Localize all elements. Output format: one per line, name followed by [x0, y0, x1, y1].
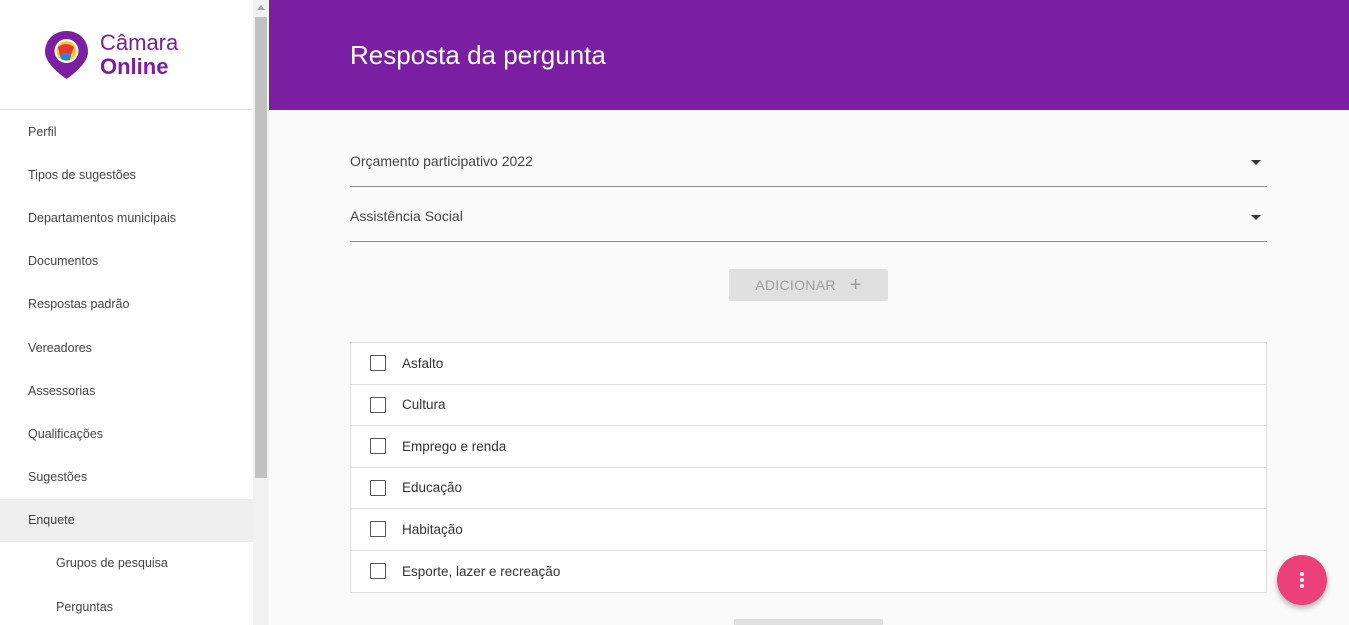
list-item[interactable]: Asfalto [351, 343, 1266, 385]
add-button[interactable]: ADICIONAR + [729, 269, 888, 301]
sidebar-item-departamentos-municipais[interactable]: Departamentos municipais [0, 196, 253, 239]
list-item[interactable]: Esporte, lazer e recreação [351, 551, 1266, 593]
checkbox[interactable] [370, 438, 386, 455]
sidebar-item-documentos[interactable]: Documentos [0, 240, 253, 283]
sidebar-subitem-perguntas[interactable]: Perguntas [0, 585, 253, 625]
dropdown-arrow-icon [1251, 215, 1261, 220]
scrollbar-thumb[interactable] [255, 17, 267, 478]
logo-pin-icon [43, 29, 90, 81]
list-item-label: Asfalto [402, 355, 444, 371]
add-button-label: ADICIONAR [755, 277, 836, 293]
sidebar-nav: Perfil Tipos de sugestões Departamentos … [0, 110, 253, 625]
sidebar-item-tipos-de-sugestoes[interactable]: Tipos de sugestões [0, 153, 253, 196]
plus-icon: + [849, 274, 862, 296]
page-title: Resposta da pergunta [350, 40, 606, 70]
sidebar-subitem-grupos-de-pesquisa[interactable]: Grupos de pesquisa [0, 542, 253, 585]
checkbox[interactable] [370, 355, 386, 372]
more-actions-fab[interactable] [1277, 555, 1327, 605]
sidebar-item-perfil[interactable]: Perfil [0, 110, 253, 153]
list-item[interactable]: Cultura [351, 385, 1266, 426]
list-item[interactable]: Emprego e renda [351, 426, 1266, 468]
scroll-up-arrow-icon[interactable] [257, 5, 265, 10]
sidebar-item-enquete[interactable]: Enquete [0, 498, 253, 542]
sidebar-item-vereadores[interactable]: Vereadores [0, 326, 253, 369]
list-item-label: Habitação [402, 521, 463, 537]
sidebar-item-assessorias[interactable]: Assessorias [0, 369, 253, 412]
logo[interactable]: Câmara Online [0, 0, 253, 110]
survey-select-value: Orçamento participativo 2022 [350, 153, 533, 169]
sidebar-item-sugestoes[interactable]: Sugestões [0, 456, 253, 499]
save-button[interactable] [734, 619, 883, 625]
list-item-label: Emprego e renda [402, 438, 507, 454]
checkbox[interactable] [370, 396, 386, 413]
list-item-label: Cultura [402, 397, 446, 413]
question-select[interactable]: Assistência Social [350, 196, 1267, 242]
question-select-value: Assistência Social [350, 208, 463, 224]
dropdown-arrow-icon [1251, 160, 1261, 165]
list-item-label: Educação [402, 480, 463, 496]
sidebar-item-qualificacoes[interactable]: Qualificações [0, 412, 253, 455]
checkbox[interactable] [370, 479, 386, 496]
more-vert-icon [1300, 572, 1304, 576]
sidebar-item-respostas-padrao[interactable]: Respostas padrão [0, 283, 253, 326]
list-item-label: Esporte, lazer e recreação [402, 563, 561, 579]
checkbox[interactable] [370, 521, 386, 538]
sidebar: Câmara Online Perfil Tipos de sugestões … [0, 0, 253, 625]
logo-text-line2: Online [100, 53, 169, 79]
logo-text-line1: Câmara [100, 29, 179, 55]
page-header: Resposta da pergunta [269, 0, 1349, 110]
list-item[interactable]: Educação [351, 468, 1266, 509]
answer-options-list: Asfalto Cultura Emprego e renda Educação… [350, 342, 1267, 593]
survey-select[interactable]: Orçamento participativo 2022 [350, 141, 1267, 187]
sidebar-scrollbar[interactable] [253, 0, 269, 625]
list-item[interactable]: Habitação [351, 509, 1266, 551]
checkbox[interactable] [370, 563, 386, 580]
